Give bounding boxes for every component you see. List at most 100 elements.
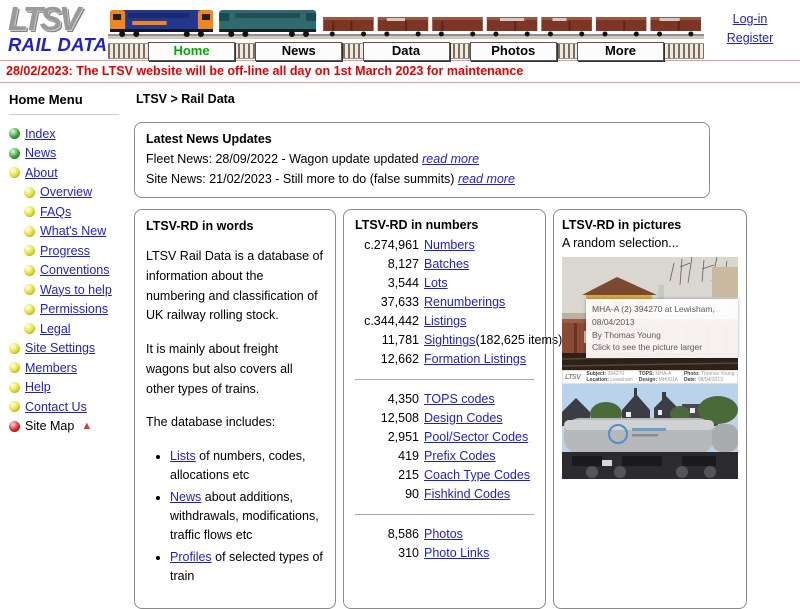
stat-count: 3,544 [355, 274, 419, 293]
page-header: LTSV RAIL DATA [0, 0, 800, 60]
list-item: Profiles of selected types of train [170, 548, 324, 586]
sidebar-item-label[interactable]: Legal [40, 322, 71, 336]
read-more-link[interactable]: read more [422, 152, 479, 166]
listings-link[interactable]: Listings [424, 312, 466, 331]
sidebar-item-label[interactable]: Overview [40, 185, 92, 199]
sidebar-item-index[interactable]: Index [9, 124, 129, 144]
sidebar-item-help[interactable]: Help [9, 378, 129, 398]
formation-listings-link[interactable]: Formation Listings [424, 350, 526, 369]
batches-link[interactable]: Batches [424, 255, 469, 274]
photos-link[interactable]: Photos [424, 525, 463, 544]
tab-photos[interactable]: Photos [470, 42, 557, 61]
tab-data[interactable]: Data [363, 42, 450, 61]
numbers-link[interactable]: Numbers [424, 236, 475, 255]
sidebar-item-whats-new[interactable]: What's New [9, 222, 129, 242]
yellow-ball-icon [9, 343, 20, 354]
sidebar-item-site-map[interactable]: Site Map▲ [9, 417, 129, 437]
sidebar-item-label[interactable]: FAQs [40, 205, 71, 219]
news-item-text: Fleet News: 28/09/2022 - Wagon update up… [146, 152, 419, 166]
stat-count: 12,662 [355, 350, 419, 369]
stat-count: 90 [355, 485, 419, 504]
stat-count: 419 [355, 447, 419, 466]
ltsv-mini-logo: LTSV [565, 374, 580, 381]
yellow-ball-icon [24, 226, 35, 237]
prefix-codes-link[interactable]: Prefix Codes [424, 447, 496, 466]
sidebar-item-contact-us[interactable]: Contact Us [9, 397, 129, 417]
tab-more[interactable]: More [577, 42, 664, 61]
pool-sector-codes-link[interactable]: Pool/Sector Codes [424, 428, 528, 447]
sidebar-item-label[interactable]: Permissions [40, 302, 108, 316]
sidebar-item-label[interactable]: What's New [40, 224, 106, 238]
random-photo-tanker[interactable] [562, 384, 738, 479]
sightings-link[interactable]: Sightings [424, 331, 475, 350]
sidebar-item-label[interactable]: Ways to help [40, 283, 112, 297]
yellow-ball-icon [24, 304, 35, 315]
yellow-ball-icon [9, 362, 20, 373]
sidebar-item-label: Site Map [25, 419, 74, 433]
stat-row: 215Coach Type Codes [355, 466, 534, 485]
tops-codes-link[interactable]: TOPS codes [424, 390, 495, 409]
sidebar-item-label[interactable]: Site Settings [25, 341, 95, 355]
photo-links-link[interactable]: Photo Links [424, 544, 489, 563]
train-banner-graphic [108, 4, 704, 40]
sidebar-item-news[interactable]: News [9, 144, 129, 164]
sidebar-item-overview[interactable]: Overview [9, 183, 129, 203]
sidebar-item-about[interactable]: About [9, 163, 129, 183]
stat-row: 8,127Batches [355, 255, 534, 274]
stat-row: 4,350TOPS codes [355, 390, 534, 409]
list-item: News about additions, withdrawals, modif… [170, 488, 324, 545]
stat-row: 8,586Photos [355, 525, 534, 544]
renumberings-link[interactable]: Renumberings [424, 293, 505, 312]
sidebar-item-label[interactable]: Progress [40, 244, 90, 258]
sidebar-item-label[interactable]: News [25, 146, 56, 160]
sidebar-item-label[interactable]: Help [25, 380, 51, 394]
sidebar-item-site-settings[interactable]: Site Settings [9, 339, 129, 359]
yellow-ball-icon [24, 284, 35, 295]
latest-news-box: Latest News Updates Fleet News: 28/09/20… [134, 122, 710, 198]
home-menu-sidebar: Home Menu Index News About Overview FAQs… [0, 83, 129, 436]
register-link[interactable]: Register [704, 29, 796, 48]
sidebar-item-members[interactable]: Members [9, 358, 129, 378]
sidebar-item-legal[interactable]: Legal [9, 319, 129, 339]
random-photo-wagon[interactable]: MHA-A (2) 394270 at Lewisham, 08/04/2013… [562, 257, 738, 370]
profiles-link[interactable]: Profiles [170, 550, 212, 564]
photo-caption-line2: By Thomas Young [592, 329, 732, 342]
sidebar-item-faqs[interactable]: FAQs [9, 202, 129, 222]
sidebar-item-label[interactable]: About [25, 166, 58, 180]
stat-row: 37,633Renumberings [355, 293, 534, 312]
yellow-ball-icon [9, 382, 20, 393]
words-paragraph: It is mainly about freight wagons but al… [146, 340, 324, 399]
coach-type-codes-link[interactable]: Coach Type Codes [424, 466, 530, 485]
lots-link[interactable]: Lots [424, 274, 448, 293]
yellow-ball-icon [24, 187, 35, 198]
pictures-panel-title: LTSV-RD in pictures [562, 218, 738, 232]
news-link[interactable]: News [170, 490, 201, 504]
sidebar-item-label[interactable]: Index [25, 127, 56, 141]
sidebar-item-label[interactable]: Contact Us [25, 400, 87, 414]
photo-caption-overlay[interactable]: MHA-A (2) 394270 at Lewisham, 08/04/2013… [586, 299, 738, 358]
yellow-ball-icon [24, 323, 35, 334]
fishkind-codes-link[interactable]: Fishkind Codes [424, 485, 510, 504]
in-numbers-panel: LTSV-RD in numbers c.274,961Numbers 8,12… [343, 209, 546, 609]
sidebar-item-label[interactable]: Members [25, 361, 77, 375]
green-ball-icon [9, 148, 20, 159]
stat-suffix: (182,625 items) [475, 331, 562, 350]
words-panel-title: LTSV-RD in words [146, 219, 324, 233]
tab-news[interactable]: News [255, 42, 342, 61]
photo-caption-line3: Click to see the picture larger [592, 341, 732, 354]
photo-info-strip: LTSV Subject: 394270 Location: Lewisham … [562, 370, 738, 384]
news-box-title: Latest News Updates [146, 129, 698, 149]
sidebar-item-progress[interactable]: Progress [9, 241, 129, 261]
sidebar-item-ways-to-help[interactable]: Ways to help [9, 280, 129, 300]
stat-row: c.344,442Listings [355, 312, 534, 331]
sidebar-item-label[interactable]: Conventions [40, 263, 110, 277]
lists-link[interactable]: Lists [170, 449, 196, 463]
login-link[interactable]: Log-in [704, 10, 796, 29]
yellow-ball-icon [9, 401, 20, 412]
stat-row: 12,508Design Codes [355, 409, 534, 428]
read-more-link[interactable]: read more [458, 172, 515, 186]
sidebar-item-permissions[interactable]: Permissions [9, 300, 129, 320]
design-codes-link[interactable]: Design Codes [424, 409, 503, 428]
tab-home[interactable]: Home [148, 42, 235, 61]
sidebar-item-conventions[interactable]: Conventions [9, 261, 129, 281]
